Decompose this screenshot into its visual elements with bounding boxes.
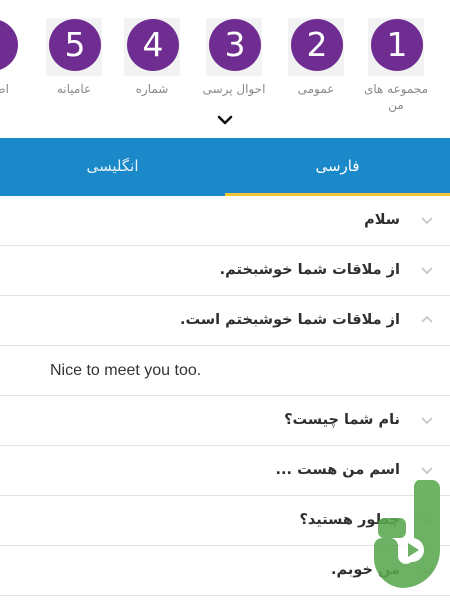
category-number: 1 xyxy=(371,19,423,71)
chevron-down-icon xyxy=(421,417,433,425)
language-tab-bar: انگلیسی فارسی xyxy=(0,138,450,196)
category-label: عمومی xyxy=(297,82,335,96)
category-item-2[interactable]: 2 عمومی xyxy=(278,14,354,124)
chevron-down-icon[interactable] xyxy=(215,112,235,128)
category-label: مجموعه های من xyxy=(363,82,429,112)
category-number xyxy=(0,19,18,71)
category-label: شماره xyxy=(135,82,169,96)
list-item-expanded[interactable]: از ملاقات شما خوشبختم است. xyxy=(0,296,450,346)
list-item[interactable]: از ملاقات شما خوشبختم. xyxy=(0,246,450,296)
category-item-3[interactable]: 3 احوال پرسی xyxy=(196,14,272,124)
phrase-text: نام شما چیست؟ xyxy=(284,412,400,428)
category-strip: 1 مجموعه های من 2 عمومی 3 احوال پرسی 4 ش… xyxy=(0,0,450,138)
translation-text: Nice to meet you too. xyxy=(50,362,202,379)
tab-english[interactable]: انگلیسی xyxy=(0,138,225,196)
chevron-down-icon xyxy=(421,467,433,475)
phrase-text: سلام xyxy=(364,212,400,228)
chevron-up-icon xyxy=(421,315,433,323)
category-number: 2 xyxy=(291,19,343,71)
translation-row: Nice to meet you too. xyxy=(0,346,450,396)
tab-label: فارسی xyxy=(315,157,360,175)
chevron-down-icon xyxy=(421,217,433,225)
app-logo-icon xyxy=(373,480,440,588)
category-number: 3 xyxy=(209,19,261,71)
chevron-down-icon xyxy=(421,267,433,275)
category-item-4[interactable]: 4 شماره xyxy=(114,14,190,124)
category-item-6[interactable]: اض xyxy=(0,14,76,124)
category-item-1[interactable]: 1 مجموعه های من xyxy=(358,14,434,124)
phrase-text: از ملاقات شما خوشبختم. xyxy=(219,262,400,278)
category-label: اض xyxy=(0,82,9,96)
category-number: 4 xyxy=(127,19,179,71)
list-item[interactable]: نام شما چیست؟ xyxy=(0,396,450,446)
tab-persian[interactable]: فارسی xyxy=(225,138,450,196)
list-item[interactable]: سلام xyxy=(0,196,450,246)
category-label: احوال پرسی xyxy=(202,82,266,96)
phrase-text: از ملاقات شما خوشبختم است. xyxy=(180,312,400,328)
